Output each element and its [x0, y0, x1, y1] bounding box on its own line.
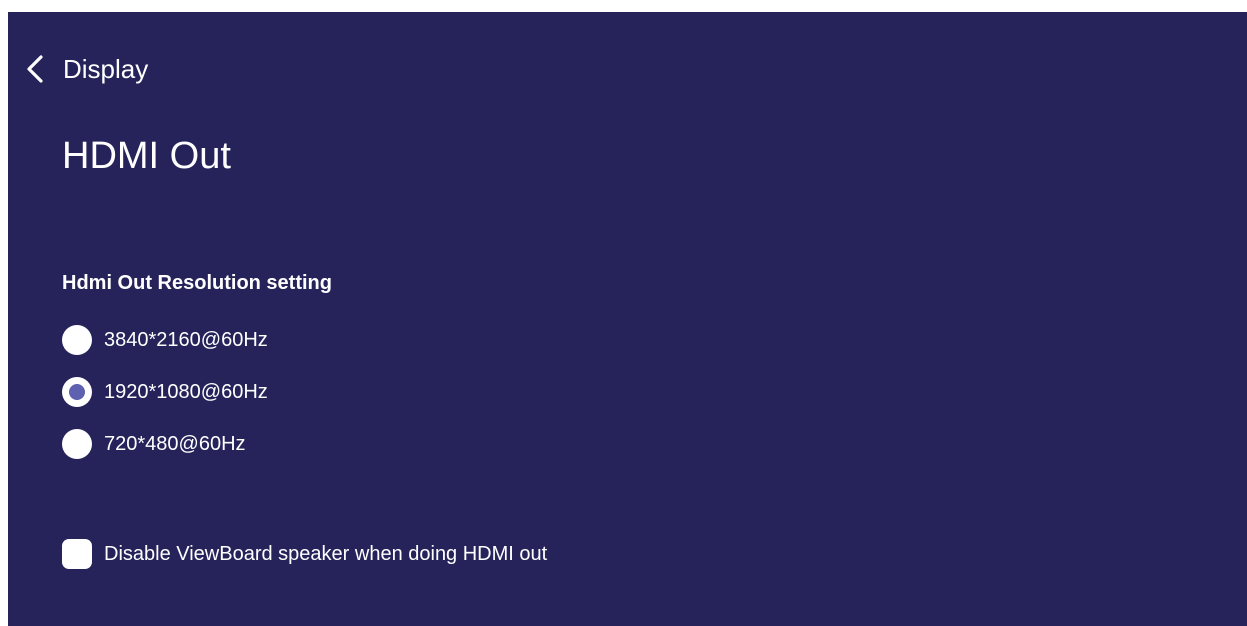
disable-speaker-label: Disable ViewBoard speaker when doing HDM… [104, 543, 548, 565]
back-label: Display [63, 54, 149, 84]
resolution-section-title: Hdmi Out Resolution setting [62, 272, 332, 294]
radio-button[interactable] [62, 429, 92, 459]
disable-speaker-option[interactable]: Disable ViewBoard speaker when doing HDM… [62, 539, 547, 569]
resolution-option-label: 720*480@60Hz [104, 433, 246, 455]
back-button[interactable]: Display [24, 52, 148, 86]
resolution-option-720x480[interactable]: 720*480@60Hz [62, 429, 268, 459]
resolution-option-label: 1920*1080@60Hz [104, 381, 268, 403]
resolution-radio-group: 3840*2160@60Hz 1920*1080@60Hz 720*480@60… [62, 325, 268, 481]
chevron-left-icon [24, 53, 46, 85]
page-title: HDMI Out [62, 135, 231, 177]
resolution-option-1920x1080[interactable]: 1920*1080@60Hz [62, 377, 268, 407]
radio-button[interactable] [62, 325, 92, 355]
disable-speaker-checkbox[interactable] [62, 539, 92, 569]
resolution-option-label: 3840*2160@60Hz [104, 329, 268, 351]
settings-panel: Display HDMI Out Hdmi Out Resolution set… [8, 12, 1247, 626]
resolution-option-3840x2160[interactable]: 3840*2160@60Hz [62, 325, 268, 355]
radio-button-selected[interactable] [62, 377, 92, 407]
